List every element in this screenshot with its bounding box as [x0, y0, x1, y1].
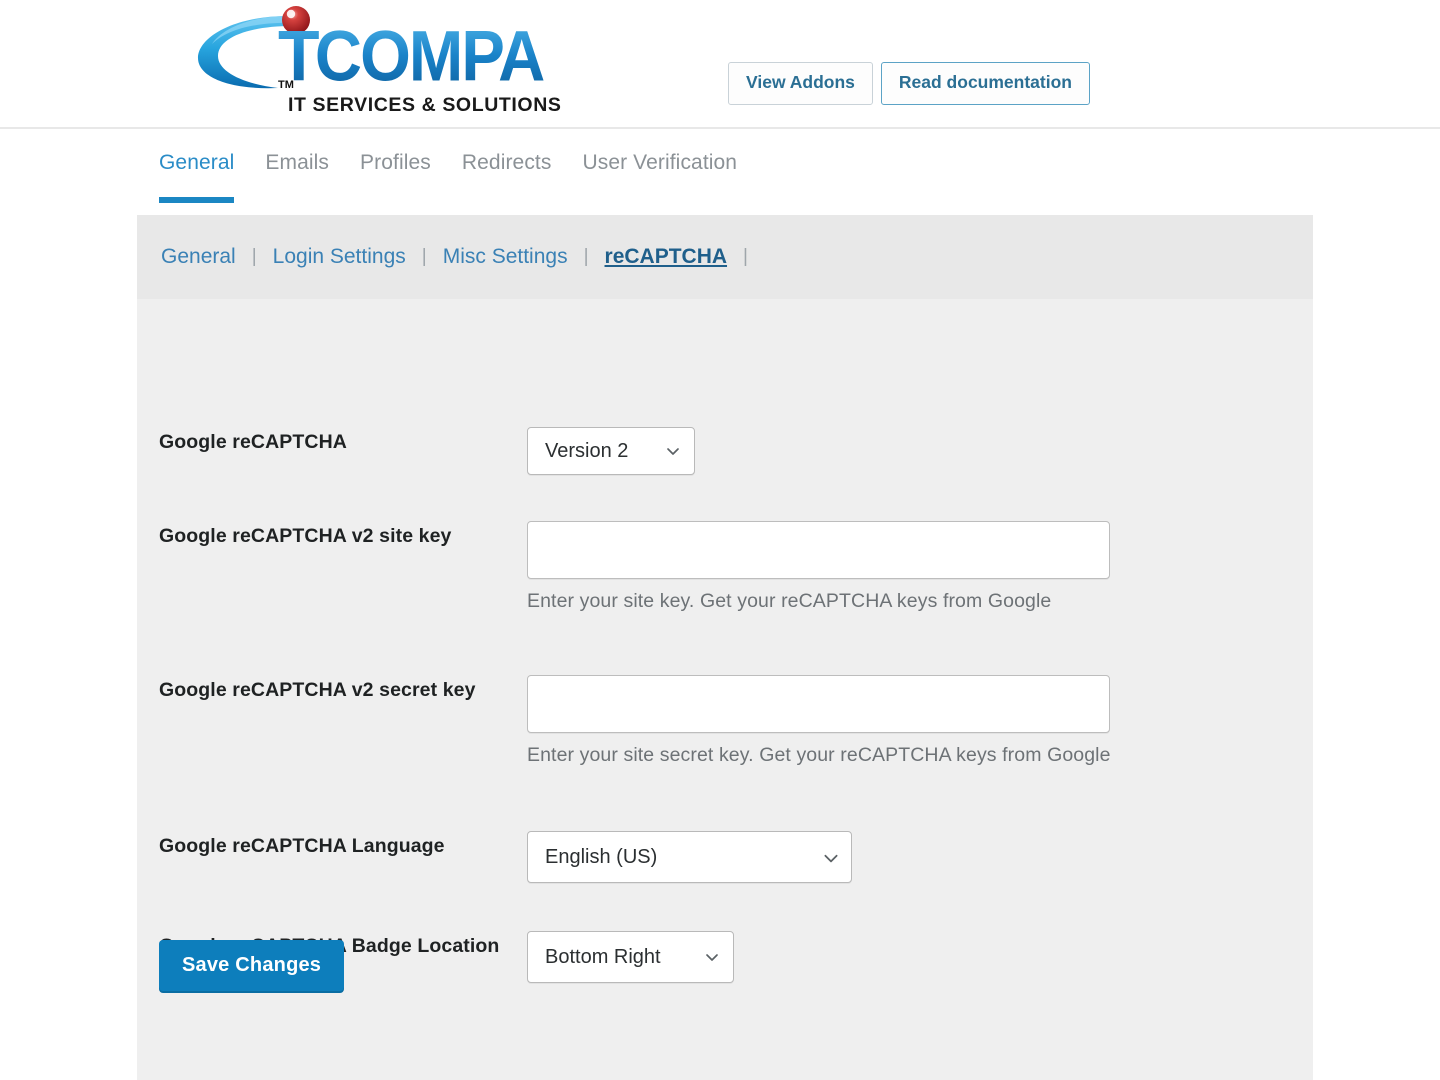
badge-location-value: Bottom Right: [545, 945, 661, 968]
label-recaptcha-version: Google reCAPTCHA: [159, 431, 347, 453]
chevron-down-icon: [704, 949, 720, 965]
field-row-language: Google reCAPTCHA Language English (US): [159, 831, 852, 883]
tab-user-verification[interactable]: User Verification: [582, 151, 737, 203]
svg-text:COMPANY: COMPANY: [315, 17, 544, 92]
field-row-recaptcha-version: Google reCAPTCHA Version 2: [159, 427, 695, 475]
subnav-item-general[interactable]: General: [159, 245, 238, 269]
subnav-separator: |: [743, 246, 748, 267]
logo-tagline: IT SERVICES & SOLUTIONS: [288, 94, 562, 116]
tab-general[interactable]: General: [159, 151, 235, 203]
subnav-item-misc-settings[interactable]: Misc Settings: [441, 245, 570, 269]
field-row-site-key: Google reCAPTCHA v2 site key Enter your …: [159, 521, 1110, 613]
tab-redirects[interactable]: Redirects: [462, 151, 552, 203]
field-row-secret-key: Google reCAPTCHA v2 secret key Enter you…: [159, 675, 1111, 767]
page-header: TM T COMPANY IT SERVICES & SOLUTIONS Vie…: [0, 0, 1440, 129]
site-key-helper-text: Enter your site key. Get your reCAPTCHA …: [527, 590, 1052, 612]
subnav-item-recaptcha[interactable]: reCAPTCHA: [603, 245, 730, 269]
app-root: TM T COMPANY IT SERVICES & SOLUTIONS Vie…: [0, 0, 1440, 1080]
subnav-separator: |: [251, 246, 257, 267]
brand-logo: TM T COMPANY IT SERVICES & SOLUTIONS: [192, 4, 561, 122]
subnav-separator: |: [421, 246, 427, 267]
tab-emails[interactable]: Emails: [265, 151, 329, 203]
subnav-separator: |: [583, 246, 589, 267]
primary-tab-bar: General Emails Profiles Redirects User V…: [0, 129, 1440, 215]
svg-text:T: T: [278, 16, 319, 92]
secondary-nav: General | Login Settings | Misc Settings…: [137, 215, 1313, 299]
save-changes-button[interactable]: Save Changes: [159, 940, 345, 991]
subnav-item-login-settings[interactable]: Login Settings: [271, 245, 408, 269]
view-addons-button[interactable]: View Addons: [728, 62, 873, 105]
label-language: Google reCAPTCHA Language: [159, 835, 445, 857]
chevron-down-icon: [665, 443, 681, 459]
secret-key-helper-text: Enter your site secret key. Get your reC…: [527, 744, 1111, 766]
label-secret-key: Google reCAPTCHA v2 secret key: [159, 679, 476, 701]
recaptcha-version-value: Version 2: [545, 439, 629, 462]
recaptcha-language-value: English (US): [545, 845, 658, 868]
site-key-field-group: Enter your site key. Get your reCAPTCHA …: [527, 521, 1110, 613]
chevron-down-icon: [822, 849, 838, 865]
badge-location-select[interactable]: Bottom Right: [527, 931, 734, 983]
tab-profiles[interactable]: Profiles: [360, 151, 431, 203]
read-documentation-button[interactable]: Read documentation: [880, 62, 1090, 105]
recaptcha-language-select[interactable]: English (US): [527, 831, 852, 883]
label-site-key: Google reCAPTCHA v2 site key: [159, 525, 452, 547]
site-key-input[interactable]: [527, 521, 1110, 579]
secret-key-input[interactable]: [527, 675, 1110, 733]
recaptcha-version-select[interactable]: Version 2: [527, 427, 695, 475]
secret-key-field-group: Enter your site secret key. Get your reC…: [527, 675, 1111, 767]
logo-mark-icon: TM T COMPANY: [198, 6, 544, 92]
header-actions: View Addons Read documentation: [728, 62, 1090, 105]
